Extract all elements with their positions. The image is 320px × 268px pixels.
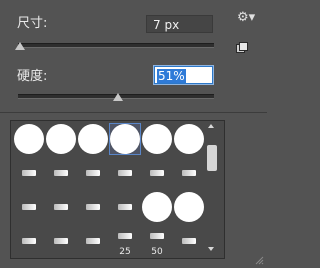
round-brush-icon — [110, 124, 140, 154]
brush-preset[interactable] — [77, 191, 109, 223]
gear-icon[interactable]: ⚙▾ — [237, 11, 255, 25]
brush-tip-icon — [150, 233, 164, 239]
brush-preset[interactable] — [173, 123, 205, 155]
resize-grip-icon[interactable] — [255, 256, 264, 265]
brush-preset[interactable] — [45, 123, 77, 155]
brush-preset[interactable] — [13, 157, 45, 189]
hardness-input[interactable]: 51% — [153, 65, 214, 85]
brush-tip-icon — [54, 238, 68, 244]
brush-preset[interactable] — [13, 191, 45, 223]
brush-preset[interactable]: 50 — [141, 225, 173, 257]
new-brush-preset-icon[interactable] — [236, 42, 248, 54]
brush-preset[interactable] — [77, 123, 109, 155]
brush-tip-icon — [118, 233, 132, 239]
scrollbar-thumb[interactable] — [207, 145, 217, 171]
scroll-down-arrow-icon[interactable] — [208, 247, 214, 251]
round-brush-icon — [46, 124, 76, 154]
brush-tip-icon — [86, 238, 100, 244]
brush-tip-icon — [118, 170, 132, 176]
round-brush-icon — [142, 192, 172, 222]
brush-preset[interactable] — [173, 157, 205, 189]
brush-preset[interactable] — [141, 191, 173, 223]
brush-preset[interactable] — [77, 157, 109, 189]
size-slider-track[interactable] — [18, 43, 214, 48]
brush-tip-icon — [150, 170, 164, 176]
brush-tip-icon — [54, 170, 68, 176]
preset-scrollbar[interactable] — [205, 121, 219, 256]
brush-tip-icon — [54, 204, 68, 210]
round-brush-icon — [78, 124, 108, 154]
brush-tip-icon — [86, 170, 100, 176]
brush-preset-grid: 25 50 — [10, 120, 225, 259]
brush-preset[interactable] — [13, 225, 45, 257]
hardness-slider-thumb[interactable] — [112, 93, 123, 101]
brush-preset[interactable] — [13, 123, 45, 155]
brush-preset[interactable] — [141, 123, 173, 155]
brush-tip-icon — [22, 238, 36, 244]
round-brush-icon — [174, 124, 204, 154]
brush-preset[interactable] — [173, 225, 205, 257]
round-brush-icon — [174, 192, 204, 222]
round-brush-icon — [14, 124, 44, 154]
brush-preset[interactable] — [141, 157, 173, 189]
hardness-input-selection: 51% — [157, 69, 186, 83]
brush-tip-icon — [22, 170, 36, 176]
brush-preset-picker: 尺寸: 7 px ⚙▾ 硬度: 51% 25 50 — [0, 0, 267, 268]
hardness-label: 硬度: — [17, 69, 48, 84]
brush-size-label: 50 — [151, 247, 163, 257]
scroll-up-arrow-icon[interactable] — [208, 124, 214, 128]
brush-preset[interactable] — [109, 191, 141, 223]
size-input[interactable]: 7 px — [146, 15, 213, 33]
size-label: 尺寸: — [17, 16, 48, 31]
brush-preset[interactable] — [109, 123, 141, 155]
brush-tip-icon — [182, 170, 196, 176]
brush-tip-icon — [22, 204, 36, 210]
brush-preset[interactable] — [45, 225, 77, 257]
brush-preset[interactable] — [45, 191, 77, 223]
brush-tip-icon — [118, 204, 132, 210]
size-slider-thumb[interactable] — [14, 42, 25, 50]
brush-tip-icon — [86, 204, 100, 210]
brush-tip-icon — [182, 238, 196, 244]
divider — [0, 112, 267, 113]
round-brush-icon — [142, 124, 172, 154]
brush-preset[interactable] — [173, 191, 205, 223]
brush-preset[interactable] — [109, 157, 141, 189]
brush-size-label: 25 — [119, 247, 131, 257]
brush-preset[interactable] — [45, 157, 77, 189]
brush-preset[interactable]: 25 — [109, 225, 141, 257]
brush-preset[interactable] — [77, 225, 109, 257]
